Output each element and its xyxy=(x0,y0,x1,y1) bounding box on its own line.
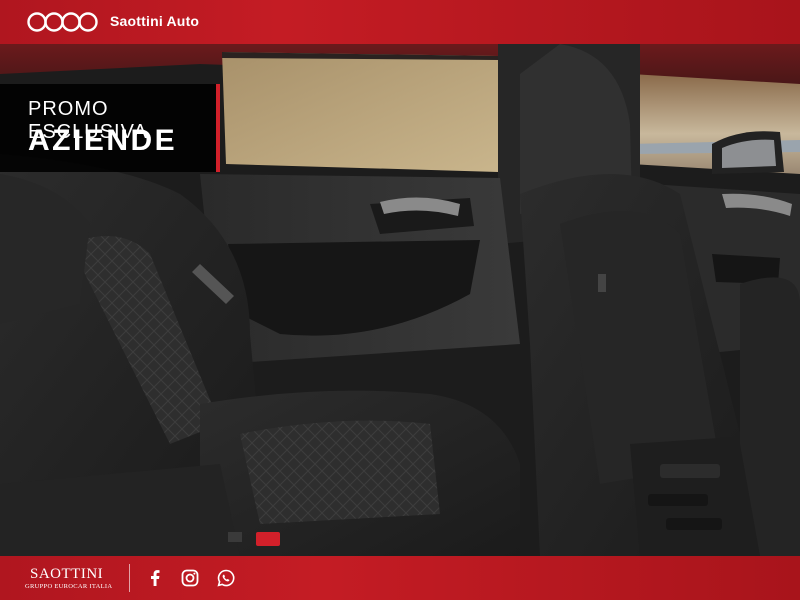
instagram-icon[interactable] xyxy=(180,568,200,588)
facebook-icon[interactable] xyxy=(145,568,165,588)
footer-divider xyxy=(129,564,130,592)
bottom-bar: SAOTTINI GRUPPO EUROCAR ITALIA xyxy=(0,556,800,600)
footer-subtitle: GRUPPO EUROCAR ITALIA xyxy=(25,583,113,590)
footer-wordmark: SAOTTINI xyxy=(30,566,104,582)
dealer-name: Saottini Auto xyxy=(110,13,200,29)
ad-banner: Saottini Auto PROMO ESCLUSIVA AZIENDE SA… xyxy=(0,0,800,600)
promo-badge: PROMO ESCLUSIVA AZIENDE xyxy=(0,84,220,172)
whatsapp-icon[interactable] xyxy=(216,568,236,588)
four-rings-logo-icon xyxy=(27,12,98,32)
promo-accent-bar xyxy=(216,84,220,172)
top-bar: Saottini Auto xyxy=(0,0,800,44)
promo-title: AZIENDE xyxy=(28,124,178,157)
